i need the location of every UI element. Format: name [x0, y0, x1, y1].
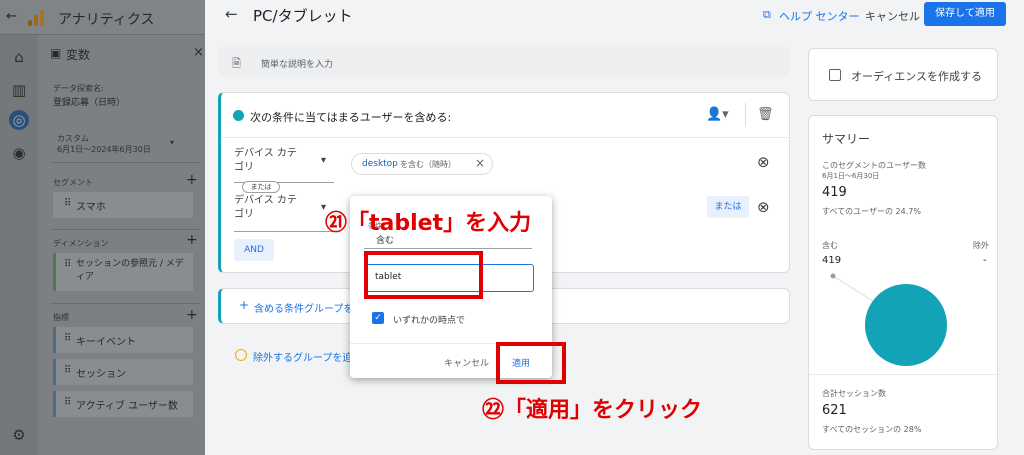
highlight-apply-button: [496, 342, 566, 384]
add-metric-icon[interactable]: +: [186, 307, 198, 323]
popup-cancel-button[interactable]: キャンセル: [444, 356, 489, 369]
help-center-icon[interactable]: ⧉: [763, 8, 771, 22]
condition-dot-icon: [233, 110, 244, 121]
condition-title: 次の条件に当てはまるユーザーを含める:: [250, 111, 452, 124]
date-range-value[interactable]: 6月1日～2024年6月30日: [57, 144, 151, 155]
variables-icon: ▣: [50, 46, 62, 60]
summary-exclude-value: -: [983, 255, 987, 266]
date-dropdown-icon[interactable]: ▾: [170, 138, 174, 147]
segments-label: セグメント: [53, 178, 93, 187]
summary-users-value: 419: [822, 185, 847, 200]
reports-icon[interactable]: ▥: [9, 80, 29, 100]
advertising-icon[interactable]: ◉: [9, 143, 29, 163]
variables-title: 変数: [66, 48, 91, 62]
metric-chip[interactable]: ⠿ アクティブ ユーザー数: [53, 391, 193, 417]
home-icon[interactable]: ⌂: [9, 47, 29, 67]
any-time-label: いずれかの時点で: [393, 316, 466, 326]
variables-panel: ▣ 変数 × データ探索名: 登録応募（日時） カスタム 6月1日～2024年6…: [40, 35, 205, 455]
description-doc-icon: 🗎: [232, 57, 241, 70]
summary-title: サマリー: [822, 132, 871, 146]
segment-chip-label: スマホ: [76, 202, 106, 213]
metrics-label: 指標: [53, 313, 69, 322]
or-badge: または: [242, 181, 280, 193]
condition-value-chip[interactable]: desktop を含む（随時） ×: [351, 153, 493, 175]
remove-row-icon[interactable]: ⊗: [757, 198, 770, 216]
dataset-name-value[interactable]: 登録応募（日時）: [53, 95, 125, 108]
summary-include-label: 含む: [822, 241, 838, 250]
summary-users-share: すべてのユーザーの 24.7%: [822, 207, 921, 216]
nav-rail: ⌂ ▥ ◎ ◉ ⚙: [0, 35, 38, 455]
variables-close-icon[interactable]: ×: [193, 45, 204, 60]
dataset-name-label: データ探索名:: [53, 84, 104, 93]
summary-sessions-value: 621: [822, 403, 847, 418]
dimension-select-1-label: デバイス カテゴリ: [234, 148, 297, 173]
dimension-chip-label: セッションの参照元 / メディア: [76, 259, 184, 282]
delete-trash-icon[interactable]: 🗑: [757, 107, 774, 122]
help-center-link[interactable]: ヘルプ センター: [779, 8, 860, 24]
description-input[interactable]: 🗎 簡単な説明を入力: [218, 47, 790, 77]
custom-range-label: カスタム: [57, 134, 89, 143]
chip-remove-icon[interactable]: ×: [475, 156, 485, 170]
dimension-dropdown-icon: ▾: [321, 155, 327, 166]
explore-icon[interactable]: ◎: [9, 110, 29, 130]
pie-include-slice: [865, 284, 947, 366]
remove-row-icon[interactable]: ⊗: [757, 153, 770, 171]
editor-back-icon[interactable]: ←: [225, 5, 238, 23]
summary-card: サマリー このセグメントのユーザー数 6月1日～6月30日 419 すべてのユー…: [808, 115, 998, 450]
metric-chip-label: アクティブ ユーザー数: [76, 401, 178, 412]
app-title: アナリティクス: [58, 12, 155, 28]
analytics-logo-icon: [28, 10, 48, 26]
summary-pie-chart: [830, 273, 947, 366]
add-segment-icon[interactable]: +: [186, 172, 198, 188]
any-time-checkbox[interactable]: ✓: [372, 312, 384, 324]
scope-person-icon[interactable]: 👤▾: [706, 107, 729, 122]
condition-chip-suffix: を含む（随時）: [400, 160, 456, 169]
summary-exclude-label: 除外: [973, 241, 989, 250]
summary-sessions-share: すべてのセッションの 28%: [822, 425, 922, 434]
summary-users-range: 6月1日～6月30日: [822, 172, 880, 180]
and-button[interactable]: AND: [234, 239, 274, 261]
audience-checkbox[interactable]: [829, 69, 841, 81]
condition-chip-value: desktop: [362, 159, 398, 169]
summary-users-label: このセグメントのユーザー数: [822, 161, 926, 170]
or-button[interactable]: または: [707, 196, 749, 218]
create-audience-card[interactable]: オーディエンスを作成する: [808, 48, 998, 101]
app-top-bar: ← アナリティクス: [0, 0, 205, 35]
metric-chip[interactable]: ⠿ セッション: [53, 359, 193, 385]
header-cancel-button[interactable]: キャンセル: [865, 8, 920, 24]
annotation-step-21: ㉑「tablet」を入力: [325, 211, 532, 236]
metric-chip[interactable]: ⠿ キーイベント: [53, 327, 193, 353]
add-exclude-group[interactable]: 除外するグループを追加: [253, 349, 362, 364]
dimension-select-2[interactable]: デバイス カテゴリ ▾: [234, 194, 334, 232]
segment-name[interactable]: PC/タブレット: [253, 5, 353, 26]
metric-chip-label: セッション: [76, 369, 126, 380]
highlight-value-input: [364, 251, 483, 299]
metric-chip-label: キーイベント: [76, 337, 136, 348]
app-back-icon[interactable]: ←: [6, 9, 17, 24]
save-apply-button[interactable]: 保存して適用: [924, 2, 1006, 26]
add-dimension-icon[interactable]: +: [186, 232, 198, 248]
audience-label: オーディエンスを作成する: [851, 70, 983, 83]
settings-gear-icon[interactable]: ⚙: [9, 425, 29, 445]
pie-leader-dot: [830, 273, 836, 279]
summary-include-value: 419: [822, 255, 842, 266]
analytics-app-background: ← アナリティクス ⌂ ▥ ◎ ◉ ⚙ ▣ 変数 × データ探索名: 登録応募（…: [0, 0, 205, 455]
add-include-icon: +: [239, 298, 250, 312]
summary-sessions-label: 合計セッション数: [822, 389, 886, 398]
segment-chip[interactable]: ⠿ スマホ: [53, 192, 193, 218]
dimension-chip[interactable]: ⠿ セッションの参照元 / メディア: [53, 253, 193, 291]
description-placeholder: 簡単な説明を入力: [261, 60, 334, 70]
annotation-step-22: ㉒「適用」をクリック: [482, 398, 703, 423]
dimension-select-1[interactable]: デバイス カテゴリ ▾: [234, 145, 334, 183]
dimensions-label: ディメンション: [53, 239, 109, 248]
exclude-circle-icon: [235, 349, 247, 361]
dimension-select-2-label: デバイス カテゴリ: [234, 195, 297, 220]
